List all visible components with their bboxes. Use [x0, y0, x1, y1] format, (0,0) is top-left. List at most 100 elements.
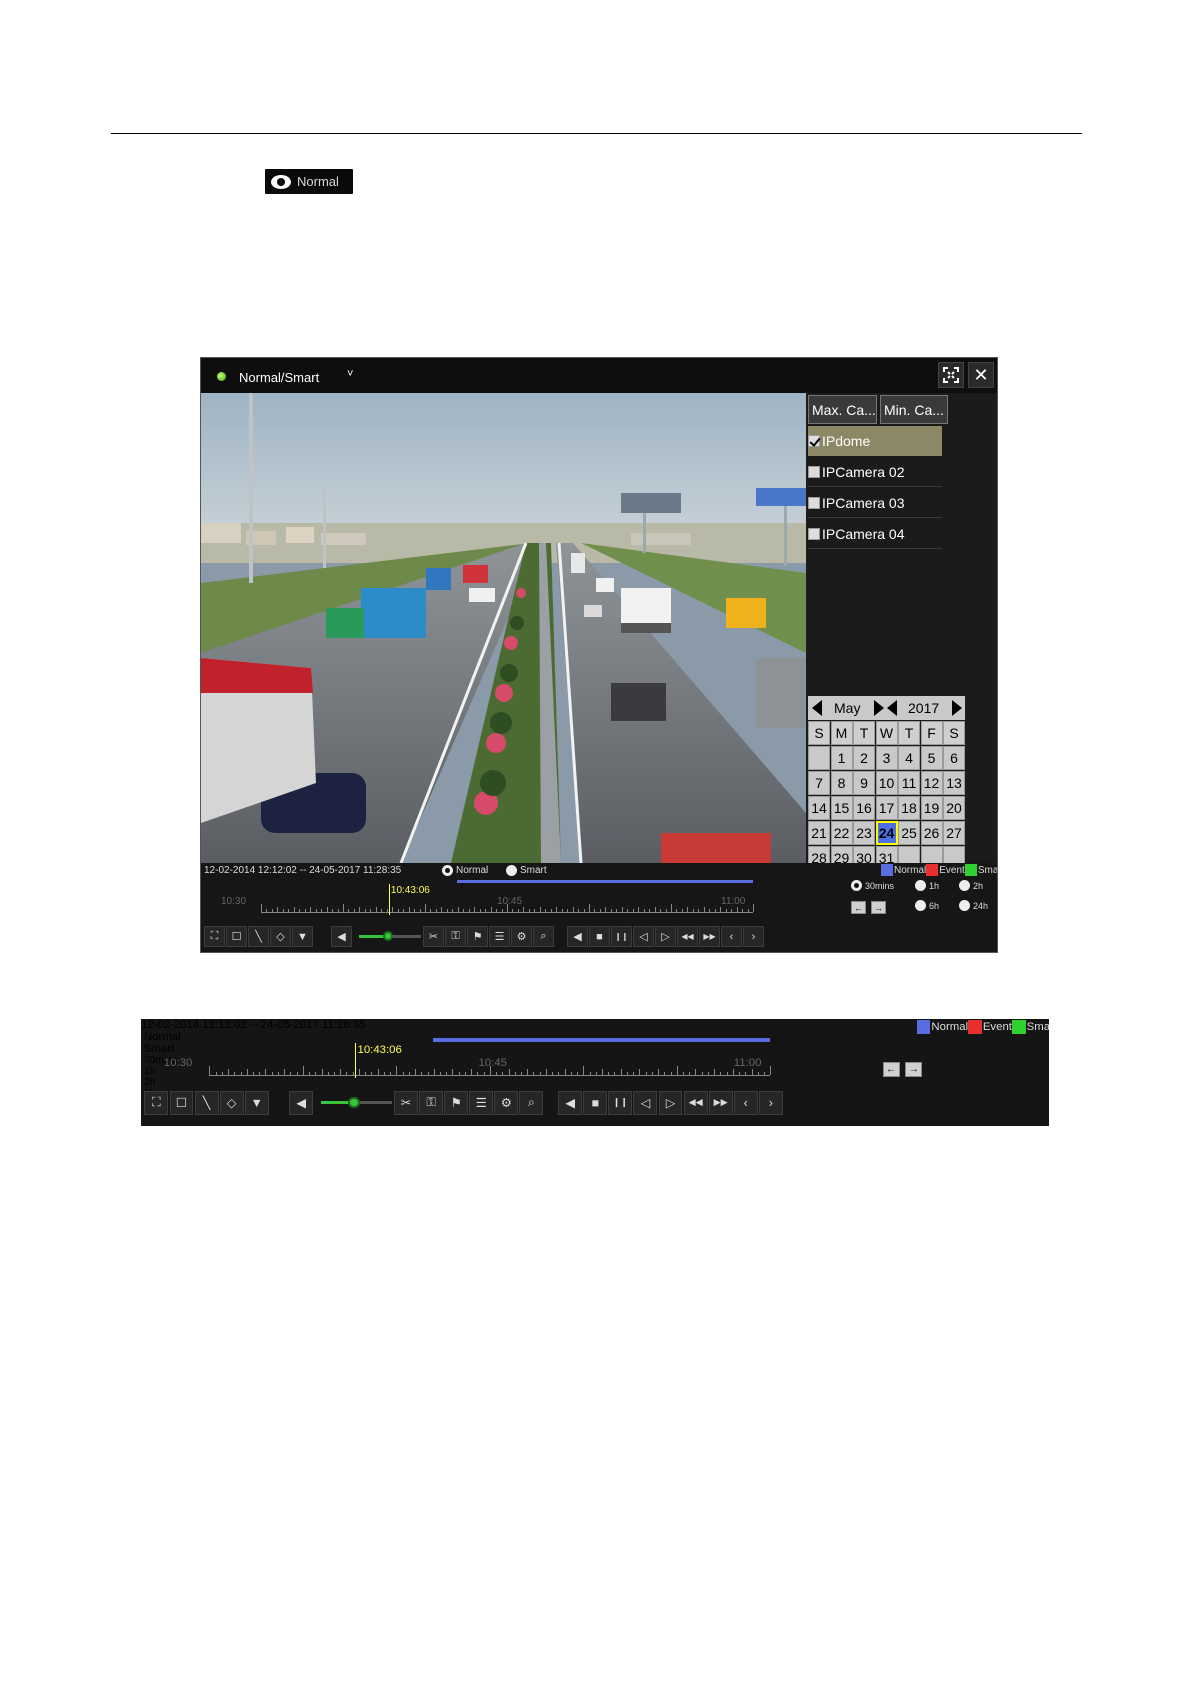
calendar-day[interactable]: 4 [898, 746, 920, 770]
calendar-day[interactable]: 13 [943, 771, 965, 795]
zoom-in-icon[interactable]: → [905, 1062, 923, 1078]
target-icon[interactable]: ◇ [270, 926, 291, 947]
tag-edit-icon[interactable]: ☰ [489, 926, 510, 947]
fast-forward-icon[interactable]: ▶▶ [708, 1090, 733, 1115]
calendar-day[interactable]: 7 [808, 771, 830, 795]
forward-30s-icon[interactable]: ▷ [658, 1090, 683, 1115]
pause-icon[interactable]: ❙❙ [608, 1090, 633, 1115]
settings-icon[interactable]: ⚙ [494, 1090, 519, 1115]
stop-icon[interactable]: ■ [589, 926, 610, 947]
mode-radio-normal[interactable]: Normal [442, 865, 488, 876]
prev-month-icon[interactable] [812, 700, 822, 716]
filter-icon[interactable]: ▼ [292, 926, 313, 947]
playback-mode-dropdown[interactable]: Normal/Smart [239, 370, 319, 385]
close-icon[interactable]: ✕ [968, 362, 994, 388]
camera-item-ipcamera-04[interactable]: IPCamera 04 [808, 519, 942, 549]
filter-icon[interactable]: ▼ [244, 1090, 269, 1115]
tag-edit-icon[interactable]: ☰ [469, 1090, 494, 1115]
prev-year-icon[interactable] [887, 700, 897, 716]
tag-icon[interactable]: ⚑ [467, 926, 488, 947]
calendar-day[interactable]: 27 [943, 821, 965, 845]
full-screen-icon[interactable]: ⛶ [144, 1090, 169, 1115]
calendar-day[interactable]: 20 [943, 796, 965, 820]
mode-radio-smart[interactable]: Smart [506, 865, 547, 876]
lock-icon[interactable]: ⚿ [419, 1090, 444, 1115]
calendar-day[interactable]: 24 [875, 821, 898, 845]
calendar-day[interactable]: 12 [920, 771, 943, 795]
span-radio-2h[interactable]: 2h [959, 880, 983, 891]
volume-icon[interactable]: ◀ [289, 1090, 314, 1115]
calendar-day[interactable]: 8 [830, 771, 853, 795]
calendar-day[interactable]: 19 [920, 796, 943, 820]
span-radio-1h[interactable]: 1h [915, 880, 939, 891]
calendar-day[interactable]: 2 [853, 746, 875, 770]
volume-slider-knob[interactable] [383, 931, 393, 941]
calendar-day[interactable]: 11 [898, 771, 920, 795]
full-screen-icon[interactable]: ⛶ [204, 926, 225, 947]
next-year-icon[interactable] [952, 700, 962, 716]
playback-cursor[interactable] [388, 884, 390, 915]
camera-item-ipcamera-03[interactable]: IPCamera 03 [808, 488, 942, 518]
smart-search-icon[interactable]: ⌕ [533, 926, 554, 947]
settings-icon[interactable]: ⚙ [511, 926, 532, 947]
calendar-day[interactable]: 1 [830, 746, 853, 770]
calendar-day[interactable]: 18 [898, 796, 920, 820]
span-radio-24h[interactable]: 24h [959, 900, 988, 911]
clip-icon[interactable]: ✂ [394, 1090, 419, 1115]
lock-icon[interactable]: ⚿ [445, 926, 466, 947]
checkbox-icon[interactable] [808, 465, 820, 478]
zoom-in-icon[interactable]: → [871, 901, 886, 914]
radio-icon[interactable] [915, 900, 926, 911]
radio-icon[interactable] [851, 880, 862, 891]
reverse-play-icon[interactable]: ◀ [567, 926, 588, 947]
checkbox-icon[interactable] [808, 435, 820, 447]
span-radio-30mins[interactable]: 30mins [851, 880, 894, 891]
slow-icon[interactable]: ◀◀ [683, 1090, 708, 1115]
calendar-day[interactable]: 23 [853, 821, 875, 845]
previous-icon[interactable]: ‹ [733, 1090, 758, 1115]
stop-icon[interactable]: ■ [583, 1090, 608, 1115]
crop-icon[interactable]: ☐ [169, 1090, 194, 1115]
camera-item-ipcamera-02[interactable]: IPCamera 02 [808, 457, 942, 487]
radio-icon[interactable] [959, 900, 970, 911]
next-month-icon[interactable] [874, 700, 884, 716]
pause-icon[interactable]: ❙❙ [611, 926, 632, 947]
forward-30s-icon[interactable]: ▷ [655, 926, 676, 947]
calendar-day[interactable]: 9 [853, 771, 875, 795]
line-icon[interactable]: ╲ [248, 926, 269, 947]
calendar-day[interactable]: 10 [875, 771, 898, 795]
calendar-day[interactable]: 6 [943, 746, 965, 770]
slow-icon[interactable]: ◀◀ [677, 926, 698, 947]
camera-item-ipdome[interactable]: IPdome [808, 426, 942, 456]
calendar-day[interactable]: 5 [920, 746, 943, 770]
volume-icon[interactable]: ◀ [331, 926, 352, 947]
calendar-day[interactable]: 22 [830, 821, 853, 845]
calendar-day[interactable]: 16 [853, 796, 875, 820]
fullscreen-icon[interactable] [938, 362, 964, 388]
smart-search-icon[interactable]: ⌕ [519, 1090, 544, 1115]
min-camera-button[interactable]: Min. Ca... [880, 395, 948, 424]
next-icon[interactable]: › [758, 1090, 783, 1115]
normal-mode-button[interactable]: Normal [265, 169, 353, 194]
max-camera-button[interactable]: Max. Ca... [808, 395, 877, 424]
calendar-day[interactable]: 3 [875, 746, 898, 770]
radio-icon[interactable] [959, 880, 970, 891]
target-icon[interactable]: ◇ [219, 1090, 244, 1115]
crop-icon[interactable]: ☐ [226, 926, 247, 947]
reverse-play-icon[interactable]: ◀ [558, 1090, 583, 1115]
span-radio-2h[interactable]: 2h [141, 1077, 1049, 1088]
volume-slider-knob[interactable] [348, 1096, 360, 1108]
checkbox-icon[interactable] [808, 527, 820, 540]
zoom-out-icon[interactable]: ← [851, 901, 866, 914]
fast-forward-icon[interactable]: ▶▶ [699, 926, 720, 947]
calendar-day[interactable]: 21 [808, 821, 830, 845]
calendar-day[interactable]: 14 [808, 796, 830, 820]
radio-icon[interactable] [915, 880, 926, 891]
back-30s-icon[interactable]: ◁ [633, 926, 654, 947]
playback-cursor[interactable] [355, 1042, 357, 1079]
span-radio-6h[interactable]: 6h [915, 900, 939, 911]
calendar-day[interactable]: 15 [830, 796, 853, 820]
zoom-out-icon[interactable]: ← [882, 1062, 900, 1078]
line-icon[interactable]: ╲ [194, 1090, 219, 1115]
calendar-day[interactable]: 17 [875, 796, 898, 820]
